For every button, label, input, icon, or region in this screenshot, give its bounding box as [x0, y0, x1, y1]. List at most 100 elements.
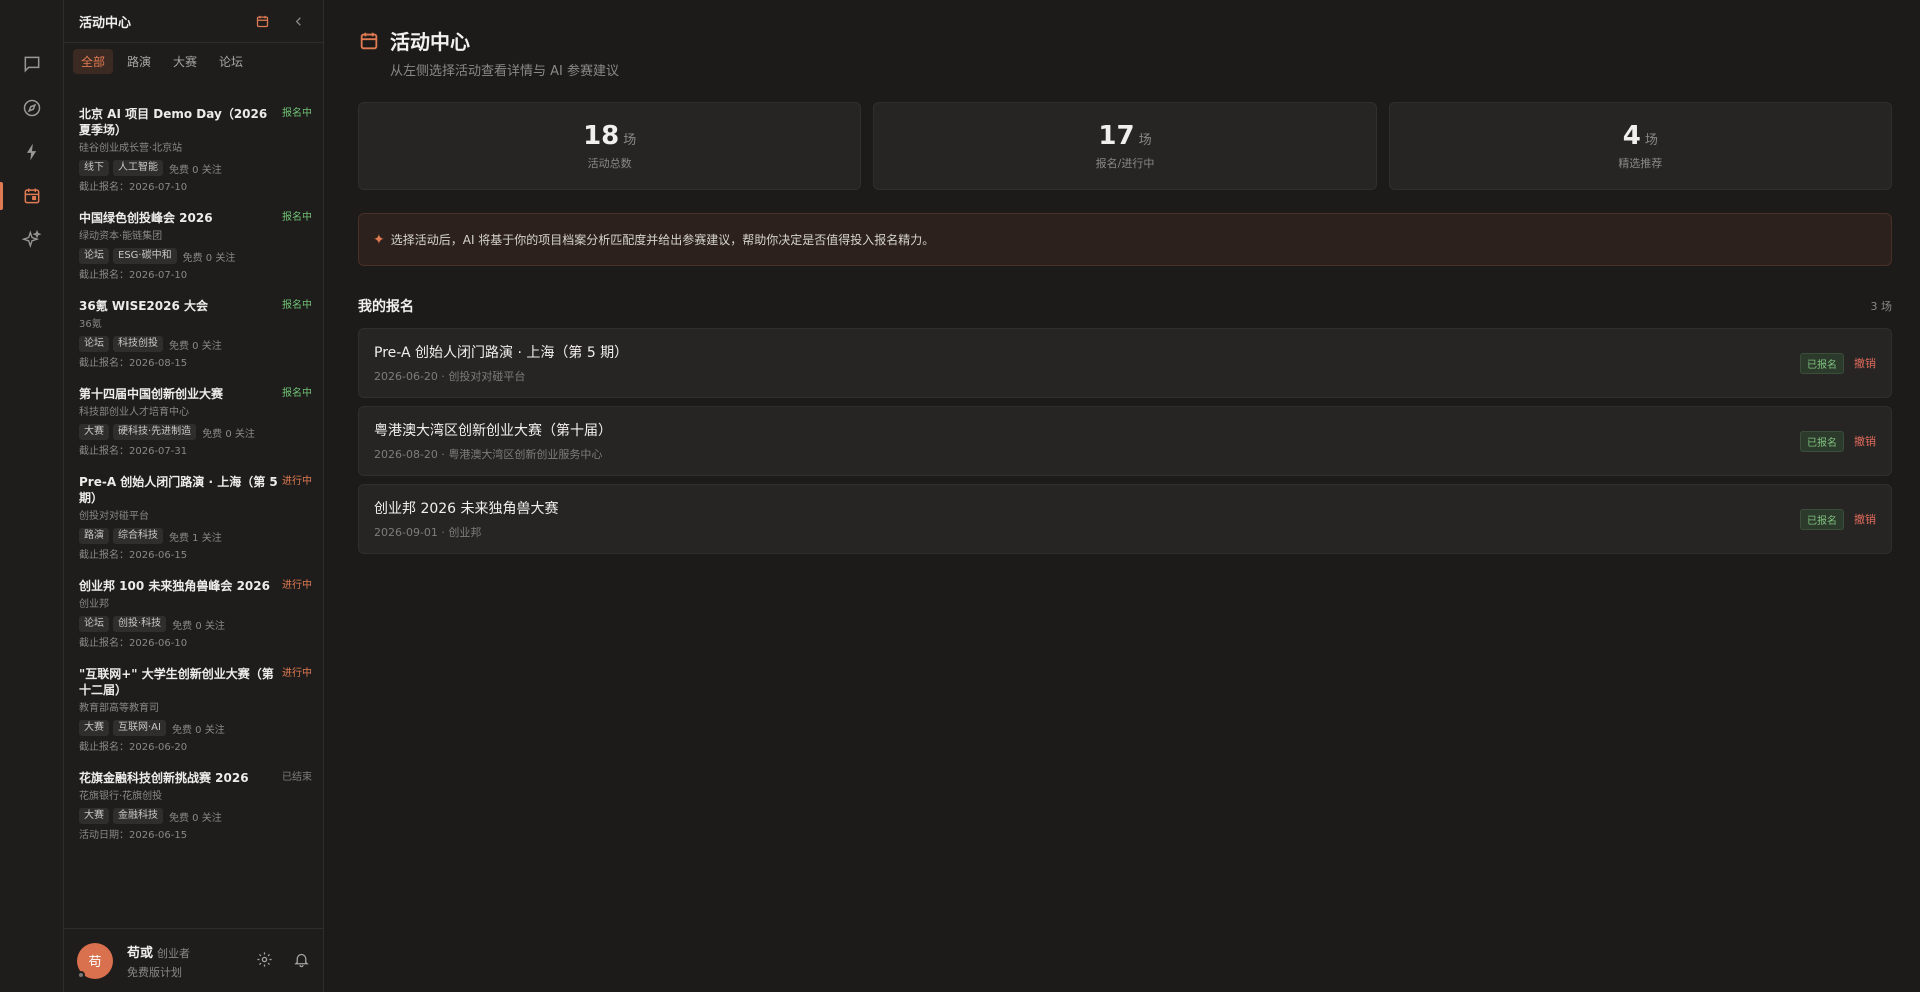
tab-forum[interactable]: 论坛: [211, 49, 251, 74]
event-deadline: 截止报名：2026-06-10: [79, 638, 188, 649]
stat-featured: 4场 精选推荐: [1388, 102, 1892, 190]
event-tag: 硬科技·先进制造: [113, 424, 197, 440]
stat-number: 17: [1098, 121, 1135, 151]
event-list: 北京 AI 项目 Demo Day（2026 夏季场） 报名中 硅谷创业成长营·…: [64, 86, 323, 928]
event-deadline: 活动日期：2026-06-15: [79, 830, 188, 841]
tab-competition[interactable]: 大赛: [165, 49, 205, 74]
ai-hint-text: 选择活动后，AI 将基于你的项目档案分析匹配度并给出参赛建议，帮助你决定是否值得…: [390, 233, 935, 247]
compass-icon[interactable]: [16, 92, 48, 124]
registered-badge: 已报名: [1800, 352, 1844, 374]
event-tag: 路演: [79, 528, 109, 544]
event-organizer: 创业邦: [79, 599, 109, 610]
cancel-registration-button[interactable]: 撤销: [1854, 355, 1876, 371]
avatar-initial: 苟: [88, 955, 102, 970]
event-tag: 互联网·AI: [113, 720, 166, 736]
stat-label: 报名/进行中: [1095, 157, 1155, 170]
user-plan: 免费版计划: [127, 965, 182, 979]
collapse-chevron-icon[interactable]: [288, 11, 308, 31]
event-meta: 免费 0 关注: [169, 164, 222, 176]
registration-item[interactable]: 创业邦 2026 未来独角兽大赛 2026-09-01 · 创业邦 已报名 撤销: [358, 484, 1892, 554]
event-item[interactable]: "互联网+" 大学生创新创业大赛（第十二届） 进行中 教育部高等教育司 大赛 互…: [64, 666, 323, 754]
sidebar-title: 活动中心: [79, 15, 132, 31]
registration-item[interactable]: Pre-A 创始人闭门路演 · 上海（第 5 期） 2026-06-20 · 创…: [358, 328, 1892, 398]
stat-label: 活动总数: [587, 157, 632, 170]
event-item[interactable]: 36氪 WISE2026 大会 报名中 36氪 论坛 科技创投 免费 0 关注 …: [64, 298, 323, 370]
stat-number: 18: [583, 121, 620, 151]
tab-all[interactable]: 全部: [73, 49, 114, 74]
stat-number: 4: [1622, 121, 1641, 151]
event-tag: 人工智能: [113, 160, 163, 176]
user-name: 苟或: [127, 945, 154, 961]
registration-sub: 2026-09-01 · 创业邦: [374, 526, 482, 539]
event-status: 进行中: [282, 580, 312, 591]
cancel-registration-button[interactable]: 撤销: [1854, 433, 1876, 449]
registration-sub: 2026-08-20 · 粤港澳大湾区创新创业服务中心: [374, 448, 603, 461]
event-tag: 大赛: [79, 424, 109, 440]
registration-item[interactable]: 粤港澳大湾区创新创业大赛（第十届） 2026-08-20 · 粤港澳大湾区创新创…: [358, 406, 1892, 476]
event-status: 报名中: [282, 108, 312, 119]
registration-list: Pre-A 创始人闭门路演 · 上海（第 5 期） 2026-06-20 · 创…: [358, 328, 1892, 562]
event-item[interactable]: 第十四届中国创新创业大赛 报名中 科技部创业人才培育中心 大赛 硬科技·先进制造…: [64, 386, 323, 458]
calendar-icon: [358, 30, 380, 52]
event-meta: 免费 0 关注: [182, 252, 236, 264]
stat-total: 18 场 活动总数: [358, 102, 862, 190]
event-organizer: 科技部创业人才培育中心: [79, 407, 189, 418]
event-deadline: 截止报名：2026-06-15: [79, 550, 188, 561]
event-title: 36氪 WISE2026 大会: [79, 299, 208, 313]
event-status: 报名中: [282, 300, 312, 311]
calendar-icon[interactable]: [16, 180, 48, 212]
event-title: 创业邦 100 未来独角兽峰会 2026: [79, 579, 270, 593]
icon-rail: [0, 0, 64, 992]
stat-unit: 场: [1138, 133, 1152, 148]
registration-title: Pre-A 创始人闭门路演 · 上海（第 5 期）: [374, 345, 629, 361]
event-organizer: 教育部高等教育司: [79, 703, 159, 714]
event-deadline: 截止报名：2026-07-10: [79, 182, 188, 193]
notification-bell-icon[interactable]: [293, 951, 310, 971]
page-subtitle: 从左侧选择活动查看详情与 AI 参赛建议: [390, 64, 619, 79]
user-footer: 苟 苟或 创业者 免费版计划: [64, 928, 323, 992]
stat-label: 精选推荐: [1618, 157, 1663, 170]
sparkles-icon[interactable]: [16, 224, 48, 256]
event-tag: 论坛: [79, 336, 109, 352]
sparkle-icon: ✦: [373, 231, 385, 248]
settings-gear-icon[interactable]: [256, 951, 273, 971]
event-meta: 免费 0 关注: [169, 340, 222, 352]
event-tag: 综合科技: [113, 528, 163, 544]
registration-title: 粤港澳大湾区创新创业大赛（第十届）: [374, 423, 612, 439]
event-title: 北京 AI 项目 Demo Day（2026 夏季场）: [79, 107, 268, 137]
event-status: 已结束: [282, 772, 312, 783]
page-title: 活动中心: [390, 30, 470, 54]
event-organizer: 硅谷创业成长营·北京站: [79, 143, 183, 154]
stat-active: 17 场 报名/进行中: [873, 102, 1377, 190]
event-meta: 免费 0 关注: [172, 620, 225, 632]
cancel-registration-button[interactable]: 撤销: [1854, 511, 1876, 527]
chat-icon[interactable]: [16, 48, 48, 80]
registered-badge: 已报名: [1800, 430, 1844, 452]
event-item[interactable]: 中国绿色创投峰会 2026 报名中 绿动资本·能链集团 论坛 ESG·碳中和 免…: [64, 210, 323, 282]
calendar-view-icon[interactable]: [252, 11, 272, 31]
event-status: 报名中: [282, 212, 312, 223]
event-tag: 论坛: [79, 616, 109, 632]
filter-tabs: 全部 路演 大赛 论坛: [64, 42, 323, 80]
event-tag: 金融科技: [113, 808, 163, 824]
lightning-icon[interactable]: [16, 136, 48, 168]
stat-unit: 场: [1644, 133, 1658, 148]
ai-hint-banner: ✦ 选择活动后，AI 将基于你的项目档案分析匹配度并给出参赛建议，帮助你决定是否…: [358, 213, 1892, 266]
section-count: 3 场: [1870, 300, 1893, 313]
event-organizer: 36氪: [79, 319, 102, 330]
event-meta: 免费 0 关注: [169, 812, 222, 824]
tab-roadshow[interactable]: 路演: [119, 49, 159, 74]
event-item[interactable]: Pre-A 创始人闭门路演 · 上海（第 5 期） 进行中 创投对对碰平台 路演…: [64, 474, 323, 562]
event-item[interactable]: 北京 AI 项目 Demo Day（2026 夏季场） 报名中 硅谷创业成长营·…: [64, 106, 323, 194]
section-title: 我的报名: [358, 299, 414, 315]
event-title: Pre-A 创始人闭门路演 · 上海（第 5 期）: [79, 475, 278, 505]
main-content: 活动中心 从左侧选择活动查看详情与 AI 参赛建议 18 场 活动总数 17 场 报…: [358, 0, 1892, 992]
event-meta: 免费 1 关注: [169, 532, 222, 544]
event-meta: 免费 0 关注: [171, 724, 225, 736]
avatar[interactable]: 苟: [77, 942, 113, 979]
event-organizer: 创投对对碰平台: [79, 511, 149, 522]
stat-unit: 场: [623, 133, 637, 148]
event-status: 进行中: [282, 668, 312, 679]
event-item[interactable]: 创业邦 100 未来独角兽峰会 2026 进行中 创业邦 论坛 创投·科技 免费…: [64, 578, 323, 650]
event-item[interactable]: 花旗金融科技创新挑战赛 2026 已结束 花旗银行·花旗创投 大赛 金融科技 免…: [64, 770, 323, 842]
